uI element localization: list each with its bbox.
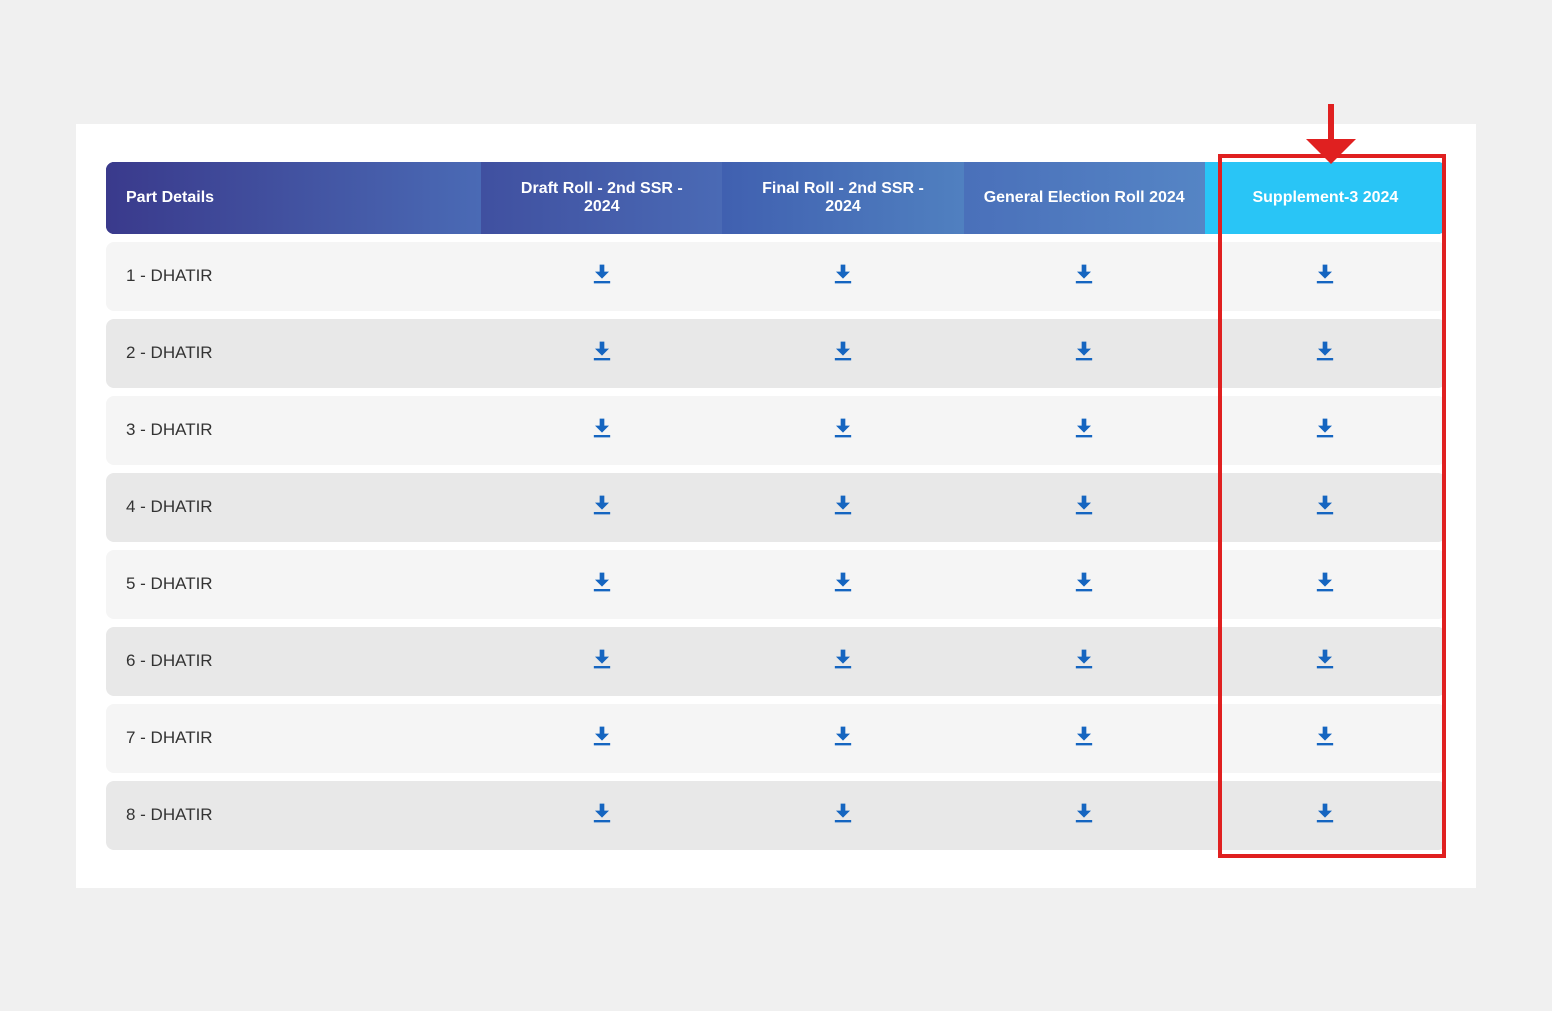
part-details-cell: 3 - DHATIR	[106, 396, 481, 465]
final-roll-download-button[interactable]	[829, 491, 857, 519]
supplement-download-cell	[1205, 781, 1446, 850]
general-election-download-cell	[964, 473, 1205, 542]
draft-roll-download-button[interactable]	[588, 337, 616, 365]
final-roll-download-cell	[722, 550, 963, 619]
supplement-download-button[interactable]	[1311, 491, 1339, 519]
draft-roll-download-cell	[481, 704, 722, 773]
final-roll-download-button[interactable]	[829, 260, 857, 288]
col-final-roll: Final Roll - 2nd SSR - 2024	[722, 162, 963, 234]
general-election-download-button[interactable]	[1070, 414, 1098, 442]
part-details-cell: 1 - DHATIR	[106, 242, 481, 311]
supplement-download-cell	[1205, 242, 1446, 311]
general-election-download-button[interactable]	[1070, 645, 1098, 673]
final-roll-download-cell	[722, 319, 963, 388]
final-roll-download-button[interactable]	[829, 337, 857, 365]
draft-roll-download-button[interactable]	[588, 491, 616, 519]
final-roll-download-button[interactable]	[829, 414, 857, 442]
supplement-download-cell	[1205, 550, 1446, 619]
general-election-download-cell	[964, 242, 1205, 311]
draft-roll-download-cell	[481, 319, 722, 388]
supplement-download-cell	[1205, 627, 1446, 696]
final-roll-download-cell	[722, 396, 963, 465]
draft-roll-download-button[interactable]	[588, 568, 616, 596]
supplement-download-button[interactable]	[1311, 337, 1339, 365]
part-details-cell: 2 - DHATIR	[106, 319, 481, 388]
final-roll-download-cell	[722, 781, 963, 850]
final-roll-download-button[interactable]	[829, 645, 857, 673]
draft-roll-download-button[interactable]	[588, 722, 616, 750]
table-row: 3 - DHATIR	[106, 396, 1446, 465]
table-row: 6 - DHATIR	[106, 627, 1446, 696]
table-row: 7 - DHATIR	[106, 704, 1446, 773]
general-election-download-cell	[964, 704, 1205, 773]
col-draft-roll: Draft Roll - 2nd SSR - 2024	[481, 162, 722, 234]
general-election-download-button[interactable]	[1070, 260, 1098, 288]
table-row: 8 - DHATIR	[106, 781, 1446, 850]
draft-roll-download-cell	[481, 242, 722, 311]
supplement-download-button[interactable]	[1311, 645, 1339, 673]
draft-roll-download-cell	[481, 550, 722, 619]
final-roll-download-cell	[722, 627, 963, 696]
supplement-download-button[interactable]	[1311, 799, 1339, 827]
part-details-cell: 6 - DHATIR	[106, 627, 481, 696]
part-details-cell: 8 - DHATIR	[106, 781, 481, 850]
draft-roll-download-button[interactable]	[588, 799, 616, 827]
supplement-download-button[interactable]	[1311, 414, 1339, 442]
final-roll-download-button[interactable]	[829, 799, 857, 827]
general-election-download-button[interactable]	[1070, 799, 1098, 827]
final-roll-download-button[interactable]	[829, 722, 857, 750]
general-election-download-button[interactable]	[1070, 568, 1098, 596]
final-roll-download-cell	[722, 704, 963, 773]
col-part-details: Part Details	[106, 162, 481, 234]
supplement-download-button[interactable]	[1311, 568, 1339, 596]
draft-roll-download-button[interactable]	[588, 260, 616, 288]
general-election-download-cell	[964, 319, 1205, 388]
supplement-download-cell	[1205, 396, 1446, 465]
table-wrapper: Part Details Draft Roll - 2nd SSR - 2024…	[106, 154, 1446, 858]
draft-roll-download-cell	[481, 396, 722, 465]
part-details-cell: 7 - DHATIR	[106, 704, 481, 773]
part-details-cell: 4 - DHATIR	[106, 473, 481, 542]
part-details-cell: 5 - DHATIR	[106, 550, 481, 619]
supplement-download-cell	[1205, 319, 1446, 388]
general-election-download-cell	[964, 396, 1205, 465]
table-row: 4 - DHATIR	[106, 473, 1446, 542]
general-election-download-button[interactable]	[1070, 491, 1098, 519]
draft-roll-download-button[interactable]	[588, 414, 616, 442]
col-general-election: General Election Roll 2024	[964, 162, 1205, 234]
general-election-download-button[interactable]	[1070, 337, 1098, 365]
election-roll-table: Part Details Draft Roll - 2nd SSR - 2024…	[106, 154, 1446, 858]
table-row: 5 - DHATIR	[106, 550, 1446, 619]
supplement-download-button[interactable]	[1311, 722, 1339, 750]
table-row: 1 - DHATIR	[106, 242, 1446, 311]
draft-roll-download-cell	[481, 781, 722, 850]
draft-roll-download-cell	[481, 627, 722, 696]
final-roll-download-cell	[722, 473, 963, 542]
col-supplement: Supplement-3 2024	[1205, 162, 1446, 234]
draft-roll-download-button[interactable]	[588, 645, 616, 673]
final-roll-download-cell	[722, 242, 963, 311]
general-election-download-cell	[964, 550, 1205, 619]
final-roll-download-button[interactable]	[829, 568, 857, 596]
table-header-row: Part Details Draft Roll - 2nd SSR - 2024…	[106, 162, 1446, 234]
general-election-download-cell	[964, 781, 1205, 850]
general-election-download-cell	[964, 627, 1205, 696]
supplement-download-cell	[1205, 473, 1446, 542]
draft-roll-download-cell	[481, 473, 722, 542]
general-election-download-button[interactable]	[1070, 722, 1098, 750]
table-row: 2 - DHATIR	[106, 319, 1446, 388]
supplement-download-cell	[1205, 704, 1446, 773]
supplement-download-button[interactable]	[1311, 260, 1339, 288]
